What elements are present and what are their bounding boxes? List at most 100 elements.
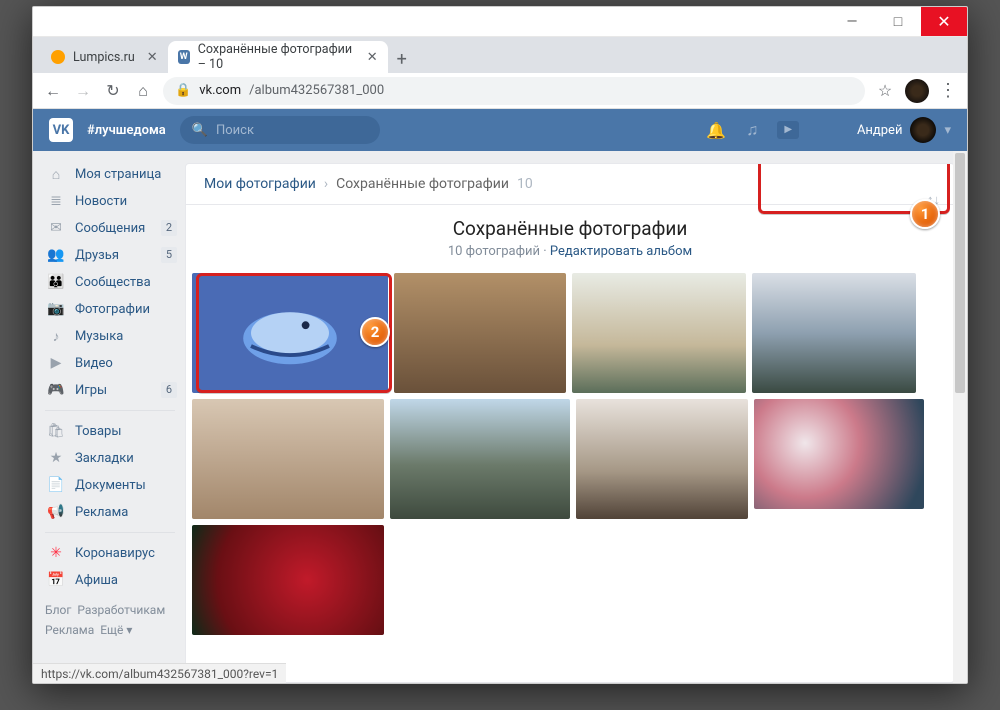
home-button[interactable]: ⌂: [133, 81, 153, 101]
search-placeholder: Поиск: [216, 123, 254, 138]
sidebar-item-events[interactable]: 📅 Афиша: [43, 567, 185, 593]
sidebar-item-music[interactable]: ♪Музыка: [43, 323, 185, 349]
photo-thumbnail[interactable]: [576, 399, 748, 519]
photo-thumbnail[interactable]: [390, 399, 570, 519]
sidebar-item-games[interactable]: 🎮Игры6: [43, 377, 185, 403]
chevron-down-icon: ▾: [944, 123, 951, 138]
photo-thumbnail[interactable]: [394, 273, 566, 393]
sidebar-item-covid[interactable]: ✳Коронавирус: [43, 540, 185, 566]
star-icon: ★: [47, 450, 65, 466]
footer-link-ads[interactable]: Реклама: [45, 623, 94, 637]
sidebar-item-ads[interactable]: 📢Реклама: [43, 499, 185, 525]
sidebar-item-label: Документы: [75, 478, 146, 493]
sidebar-item-label: Друзья: [75, 248, 119, 263]
sidebar-item-market[interactable]: 🛍 Товары: [43, 418, 185, 444]
badge: 2: [161, 220, 177, 236]
sidebar-item-label: Реклама: [75, 505, 128, 520]
browser-window: — □ ✕ Lumpics.ru ✕ W Сохранённые фотогра…: [32, 6, 968, 684]
vk-header: VK #лучшедома 🔍 Поиск 🔔 ♫ ▶ Андрей ▾: [33, 109, 967, 151]
sidebar-item-friends[interactable]: 👥Друзья5: [43, 242, 185, 268]
browser-tab-lumpics[interactable]: Lumpics.ru ✕: [41, 41, 168, 73]
video-icon: ▶: [47, 355, 65, 371]
bag-icon: 🛍: [47, 423, 65, 439]
vk-logo[interactable]: VK: [49, 118, 73, 142]
search-icon: 🔍: [192, 123, 208, 138]
photo-doodle: [192, 273, 388, 393]
sidebar-item-photos[interactable]: 📷Фотографии: [43, 296, 185, 322]
tab-label: Сохранённые фотографии – 10: [198, 42, 355, 72]
address-bar[interactable]: 🔒 vk.com/album432567381_000: [163, 77, 865, 105]
sidebar-item-label: Товары: [75, 424, 121, 439]
sidebar-item-label: Афиша: [75, 573, 118, 588]
notifications-icon[interactable]: 🔔: [705, 121, 727, 140]
sidebar-item-news[interactable]: ≣ Новости: [43, 188, 185, 214]
photo-thumbnail[interactable]: [192, 525, 384, 635]
sidebar-item-label: Закладки: [75, 451, 134, 466]
sort-order-button[interactable]: ↑↓: [927, 192, 940, 208]
user-name: Андрей: [857, 123, 903, 138]
virus-icon: ✳: [47, 545, 65, 561]
sidebar-item-label: Новости: [75, 194, 127, 209]
favicon-vk: W: [178, 50, 190, 64]
sidebar-item-messages[interactable]: ✉Сообщения2: [43, 215, 185, 241]
calendar-icon: 📅: [47, 572, 65, 588]
search-input[interactable]: 🔍 Поиск: [180, 116, 380, 144]
window-close[interactable]: ✕: [921, 7, 967, 36]
breadcrumb-root[interactable]: Мои фотографии: [204, 176, 316, 192]
browser-menu-button[interactable]: ⋮: [939, 80, 957, 101]
scrollbar-thumb[interactable]: [955, 153, 965, 393]
photo-thumbnail[interactable]: 2: [192, 273, 388, 393]
album-header: Сохранённые фотографии 10 фотографий · Р…: [186, 205, 954, 273]
edit-album-link[interactable]: Редактировать альбом: [550, 244, 692, 259]
back-button[interactable]: ←: [43, 81, 63, 101]
vertical-scrollbar[interactable]: [953, 151, 967, 683]
sidebar-item-profile[interactable]: ⌂Моя страница: [43, 161, 185, 187]
reload-button[interactable]: ↻: [103, 81, 123, 100]
photo-thumbnail[interactable]: [572, 273, 746, 393]
window-titlebar: — □ ✕: [33, 7, 967, 37]
sidebar-item-label: Видео: [75, 356, 113, 371]
tab-close[interactable]: ✕: [367, 50, 378, 65]
sidebar-item-video[interactable]: ▶ Видео: [43, 350, 185, 376]
page-content: ⌂Моя страница ≣Новости ✉Сообщения2 👥Друз…: [33, 151, 967, 683]
url-path: /album432567381_000: [249, 83, 384, 98]
photo-thumbnail[interactable]: [754, 399, 924, 509]
footer-link-more[interactable]: Ещё ▾: [100, 623, 132, 637]
sidebar-item-docs[interactable]: 📄 Документы: [43, 472, 185, 498]
tab-label: Lumpics.ru: [73, 50, 135, 65]
sidebar-item-groups[interactable]: 👪 Сообщества: [43, 269, 185, 295]
breadcrumb-count: 10: [517, 176, 533, 192]
sidebar-item-label: Сообщения: [75, 221, 145, 236]
url-host: vk.com: [199, 83, 241, 98]
bookmark-star-icon[interactable]: ☆: [875, 81, 895, 100]
groups-icon: 👪: [47, 274, 65, 290]
music-icon[interactable]: ♫: [741, 120, 763, 140]
dot-separator: ·: [543, 244, 546, 259]
footer-link-dev[interactable]: Разработчикам: [77, 603, 165, 617]
footer-link-blog[interactable]: Блог: [45, 603, 71, 617]
sidebar-item-label: Музыка: [75, 329, 123, 344]
sidebar-item-bookmarks[interactable]: ★ Закладки: [43, 445, 185, 471]
browser-tabstrip: Lumpics.ru ✕ W Сохранённые фотографии – …: [33, 37, 967, 73]
photo-thumbnail[interactable]: [752, 273, 916, 393]
document-icon: 📄: [47, 477, 65, 493]
album-count: 10 фотографий: [448, 244, 540, 259]
sidebar-item-label: Сообщества: [75, 275, 151, 290]
browser-tab-vk[interactable]: W Сохранённые фотографии – 10 ✕: [168, 41, 388, 73]
photo-grid: 2: [186, 273, 954, 635]
user-menu[interactable]: Андрей ▾: [857, 117, 951, 143]
photo-thumbnail[interactable]: [192, 399, 384, 519]
news-icon: ≣: [47, 193, 65, 209]
profile-avatar[interactable]: [905, 79, 929, 103]
window-maximize[interactable]: □: [875, 7, 921, 36]
play-icon[interactable]: ▶: [777, 121, 799, 139]
badge: 5: [161, 247, 177, 263]
badge: 6: [161, 382, 177, 398]
window-minimize[interactable]: —: [829, 7, 875, 36]
vk-hashtag[interactable]: #лучшедома: [87, 123, 166, 138]
tab-close[interactable]: ✕: [147, 50, 158, 65]
sidebar-nav: ⌂Моя страница ≣Новости ✉Сообщения2 👥Друз…: [33, 151, 185, 683]
browser-toolbar: ← → ↻ ⌂ 🔒 vk.com/album432567381_000 ☆ ⋮: [33, 73, 967, 109]
lock-icon: 🔒: [175, 83, 191, 98]
new-tab-button[interactable]: +: [388, 45, 416, 73]
